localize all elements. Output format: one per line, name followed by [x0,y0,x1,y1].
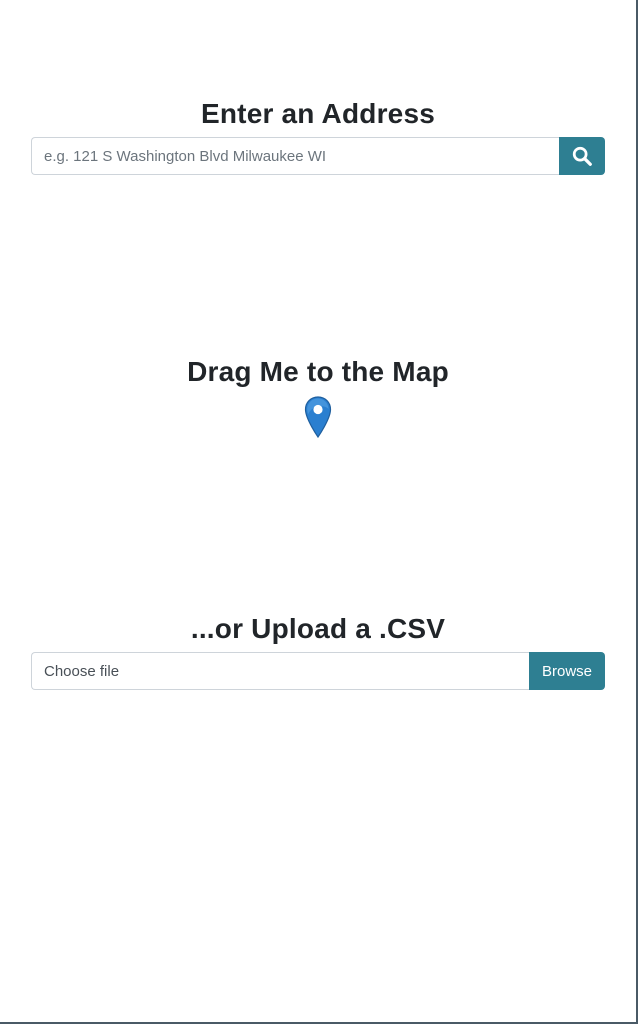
upload-title: ...or Upload a .CSV [190,613,446,644]
address-search-group [31,137,605,175]
browse-button[interactable]: Browse [529,652,605,690]
upload-section: ...or Upload a .CSV Choose file Browse [31,612,605,690]
file-upload-group[interactable]: Choose file Browse [31,652,605,690]
drag-section: Drag Me to the Map [31,355,605,438]
search-button[interactable] [559,137,605,175]
search-icon [572,146,592,166]
map-marker-icon[interactable] [304,396,332,438]
address-title: Enter an Address [200,98,435,129]
page: Enter an Address Drag Me to the Map ...o… [0,0,638,1024]
address-search-input[interactable] [31,137,559,175]
marker-container [31,396,605,438]
drag-title: Drag Me to the Map [187,356,449,387]
address-section: Enter an Address [31,97,605,175]
file-choose-label[interactable]: Choose file [31,652,529,690]
